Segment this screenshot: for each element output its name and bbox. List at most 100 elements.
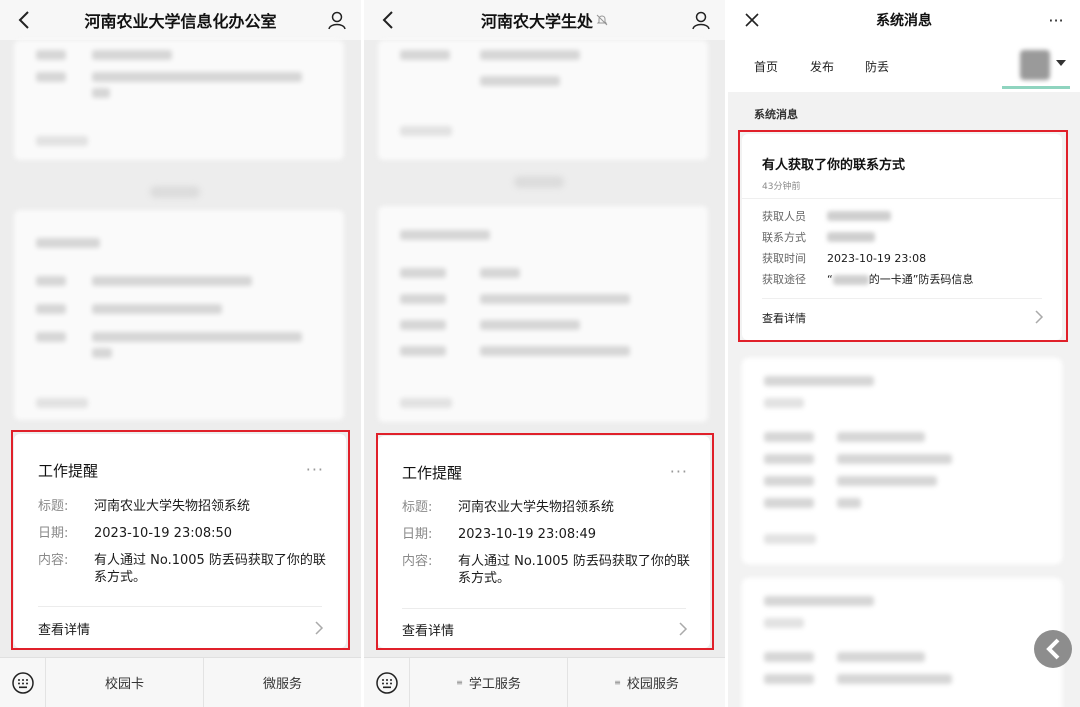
- view-details-link[interactable]: 查看详情: [38, 619, 90, 638]
- row-key: 获取人员: [762, 210, 806, 223]
- divider: [762, 298, 1042, 299]
- date-value: 2023-10-19 23:08:49: [458, 527, 597, 542]
- keyboard-toggle[interactable]: [364, 657, 410, 707]
- blurred-message-card: [14, 210, 344, 420]
- reminder-date-row: 日期: 2023-10-19 23:08:49: [402, 526, 692, 543]
- content-value: 有人通过 No.1005 防丢码获取了你的联 系方式。: [94, 552, 326, 586]
- reminder-content-row: 内容: 有人通过 No.1005 防丢码获取了你的联 系方式。: [38, 552, 328, 586]
- menu-label: 学工服务: [468, 677, 521, 692]
- back-icon[interactable]: [12, 8, 36, 32]
- message-time: 43分钟前: [762, 182, 801, 192]
- chat-title: 河南农大学生处: [480, 12, 593, 31]
- menu-micro-service[interactable]: 微服务: [204, 658, 361, 707]
- back-icon[interactable]: [376, 8, 400, 32]
- menu-student-service[interactable]: ≡ 学工服务: [410, 657, 568, 707]
- page-title: 系统消息: [876, 13, 932, 29]
- content-line: 系方式。: [458, 571, 511, 586]
- profile-icon[interactable]: [689, 8, 713, 32]
- more-options-icon[interactable]: ···: [1044, 8, 1068, 32]
- more-options-icon[interactable]: ···: [670, 462, 688, 481]
- divider: [742, 198, 1062, 199]
- row-value-suffix: 的一卡通”防丢码信息: [868, 273, 974, 286]
- date-value: 2023-10-19 23:08:50: [94, 526, 233, 541]
- row-value-prefix: “: [827, 273, 833, 286]
- work-reminder-card[interactable]: 工作提醒 ··· 标题: 河南农业大学失物招领系统 日期: 2023-10-19…: [378, 436, 710, 648]
- blurred-message-card: [742, 358, 1062, 564]
- message-title: 有人获取了你的联系方式: [762, 158, 906, 173]
- message-row: 联系方式: [762, 229, 1046, 245]
- date-key: 日期:: [38, 526, 69, 541]
- keyboard-toggle[interactable]: [0, 657, 46, 707]
- content-key: 内容:: [402, 554, 433, 569]
- blurred-message-card: [378, 40, 708, 160]
- reminder-title-row: 标题: 河南农业大学失物招领系统: [38, 498, 328, 515]
- menu-campus-service[interactable]: ≡ 校园服务: [568, 658, 725, 707]
- chevron-down-icon[interactable]: [1056, 60, 1066, 66]
- row-key: 获取时间: [762, 252, 806, 265]
- row-value: 2023-10-19 23:08: [827, 251, 927, 265]
- reminder-content-row: 内容: 有人通过 No.1005 防丢码获取了你的联 系方式。: [402, 553, 692, 587]
- chat-title: 河南农业大学信息化办公室: [84, 12, 277, 31]
- tab-underline: [1002, 86, 1070, 89]
- content-key: 内容:: [38, 553, 69, 568]
- blurred-timestamp: [514, 176, 564, 188]
- submenu-icon: ≡: [456, 678, 463, 687]
- redacted-value: [832, 275, 869, 285]
- reminder-heading: 工作提醒: [402, 464, 463, 482]
- message-row: 获取途径 “ 的一卡通”防丢码信息: [762, 271, 1046, 287]
- bottom-menu-bar: ≡ 学工服务 ≡ 校园服务: [364, 657, 725, 707]
- keyboard-icon: [11, 671, 34, 694]
- blurred-message-card: [378, 206, 708, 422]
- top-bar: 系统消息 ···: [728, 0, 1080, 40]
- system-messages-panel: 系统消息 ··· 首页 发布 防丢 系统消息 有人获取了你的联系方式 43分钟前…: [728, 0, 1080, 707]
- row-value: “ 的一卡通”防丢码信息: [827, 271, 973, 287]
- redacted-value: [827, 232, 875, 242]
- blurred-message-card: [14, 40, 344, 160]
- date-key: 日期:: [402, 527, 433, 542]
- divider: [402, 608, 686, 609]
- blurred-timestamp: [150, 186, 200, 198]
- title-value: 河南农业大学失物招领系统: [94, 499, 251, 514]
- chevron-right-icon: [679, 622, 688, 636]
- view-details-link[interactable]: 查看详情: [762, 310, 806, 326]
- back-float-button[interactable]: [1034, 630, 1072, 668]
- menu-campus-card[interactable]: 校园卡: [46, 657, 204, 707]
- menu-label: 校园服务: [626, 677, 679, 692]
- reminder-heading: 工作提醒: [38, 462, 99, 480]
- reminder-date-row: 日期: 2023-10-19 23:08:50: [38, 525, 328, 542]
- tab-publish[interactable]: 发布: [810, 58, 834, 75]
- row-key: 获取途径: [762, 273, 806, 286]
- tab-home[interactable]: 首页: [754, 58, 778, 75]
- profile-icon[interactable]: [325, 8, 349, 32]
- close-icon[interactable]: [740, 8, 764, 32]
- keyboard-icon: [375, 671, 398, 694]
- submenu-icon: ≡: [614, 678, 621, 687]
- top-bar: 河南农业大学信息化办公室: [0, 0, 361, 40]
- divider: [38, 606, 322, 607]
- title-key: 标题:: [38, 499, 69, 514]
- title-key: 标题:: [402, 500, 433, 515]
- title-value: 河南农业大学失物招领系统: [458, 500, 615, 515]
- avatar[interactable]: [1020, 50, 1050, 80]
- content-line: 有人通过 No.1005 防丢码获取了你的联: [94, 553, 326, 568]
- more-options-icon[interactable]: ···: [306, 460, 324, 479]
- system-message-card[interactable]: 有人获取了你的联系方式 43分钟前 获取人员 联系方式 获取时间 2023-10…: [742, 134, 1062, 340]
- tab-anti-loss[interactable]: 防丢: [865, 58, 889, 75]
- work-reminder-card[interactable]: 工作提醒 ··· 标题: 河南农业大学失物招领系统 日期: 2023-10-19…: [14, 434, 346, 648]
- content-line: 有人通过 No.1005 防丢码获取了你的联: [458, 554, 690, 569]
- top-bar: 河南农大学生处: [364, 0, 725, 40]
- row-key: 联系方式: [762, 231, 806, 244]
- reminder-title-row: 标题: 河南农业大学失物招领系统: [402, 499, 692, 516]
- chevron-left-icon: [1046, 638, 1060, 660]
- chevron-right-icon: [1035, 310, 1044, 324]
- chevron-right-icon: [315, 621, 324, 635]
- bottom-menu-bar: 校园卡 微服务: [0, 657, 361, 707]
- section-title: 系统消息: [754, 108, 798, 121]
- content-value: 有人通过 No.1005 防丢码获取了你的联 系方式。: [458, 553, 690, 587]
- chat-panel-info-office: 河南农业大学信息化办公室 工作提醒 ··· 标题: 河南农业大学失物招领系统 日…: [0, 0, 361, 707]
- view-details-link[interactable]: 查看详情: [402, 620, 454, 639]
- content-line: 系方式。: [94, 570, 147, 585]
- menu-label: 校园卡: [104, 677, 144, 692]
- chat-panel-student-office: 河南农大学生处 工作提醒 ··· 标题: 河南农业大学失物招领系统 日期: 20…: [364, 0, 725, 707]
- blurred-message-card: [742, 578, 1062, 707]
